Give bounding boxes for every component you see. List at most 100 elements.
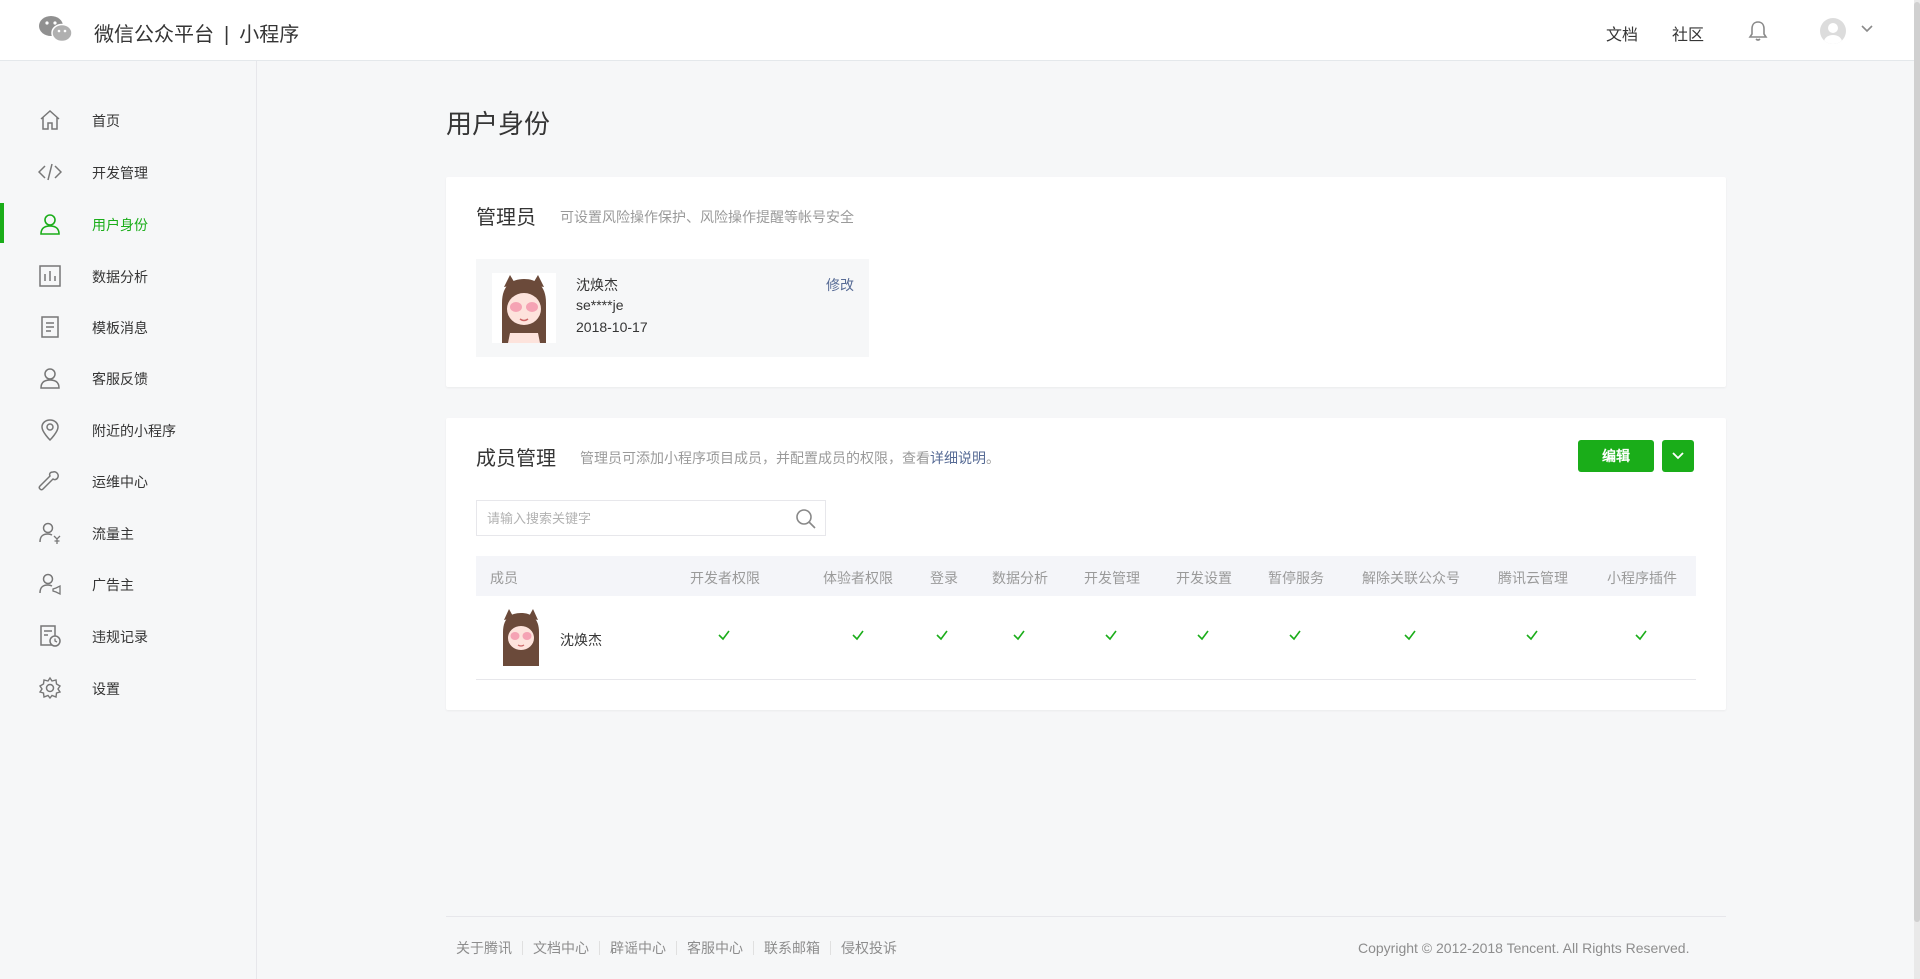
column-header: 解除关联公众号 [1362,570,1460,586]
sidebar-item-label: 违规记录 [92,629,148,645]
user-avatar[interactable] [1820,18,1846,44]
footer-link-service[interactable]: 客服中心 [676,941,753,955]
sidebar-item-violation-records[interactable]: 违规记录 [0,615,256,655]
check-icon [1635,630,1647,641]
sidebar-item-nearby-miniprograms[interactable]: 附近的小程序 [0,409,256,449]
record-icon [40,625,61,647]
wechat-logo-icon[interactable] [38,14,74,44]
sidebar-item-settings[interactable]: 设置 [0,667,256,707]
sidebar-item-traffic-owner[interactable]: 流量主 [0,512,256,552]
edit-members-button[interactable]: 编辑 [1578,440,1654,472]
check-icon [718,630,730,641]
footer-divider [446,916,1726,917]
brand-separator: | [224,24,230,46]
footer-links: 关于腾讯 文档中心 辟谣中心 客服中心 联系邮箱 侵权投诉 [446,940,907,956]
sidebar-item-dev-management[interactable]: 开发管理 [0,151,256,191]
default-avatar-icon [1824,23,1842,44]
table-header: 成员 开发者权限 体验者权限 登录 数据分析 开发管理 开发设置 暂停服务 解除… [476,556,1696,596]
check-icon [1526,630,1538,641]
members-desc-suffix: 。 [986,450,1000,466]
sidebar-item-label: 数据分析 [92,269,148,285]
chevron-down-icon [1672,452,1684,460]
check-icon [852,630,864,641]
check-icon [936,630,948,641]
page-title: 用户身份 [446,109,551,139]
user-icon [40,214,60,235]
footer-link-rumor[interactable]: 辟谣中心 [599,941,676,955]
location-icon [41,419,59,442]
admin-card: 管理员 可设置风险操作保护、风险操作提醒等帐号安全 沈焕杰 se****je 2… [446,177,1726,387]
column-header: 开发设置 [1176,570,1232,586]
admin-info-box: 沈焕杰 se****je 2018-10-17 修改 [476,259,869,357]
column-header: 登录 [930,570,958,586]
column-header: 开发者权限 [690,570,760,586]
admin-avatar [492,273,556,343]
admin-account: se****je [576,297,624,313]
home-icon [40,109,60,130]
footer-link-email[interactable]: 联系邮箱 [753,941,830,955]
members-card: 成员管理 管理员可添加小程序项目成员，并配置成员的权限，查看详细说明。 编辑 成… [446,418,1726,710]
sidebar-item-customer-feedback[interactable]: 客服反馈 [0,357,256,397]
sidebar-item-template-messages[interactable]: 模板消息 [0,306,256,346]
column-header: 小程序插件 [1607,570,1677,586]
sidebar-item-advertiser[interactable]: 广告主 [0,563,256,603]
sidebar-item-home[interactable]: 首页 [0,99,256,139]
sidebar-item-user-identity[interactable]: 用户身份 [0,203,256,243]
check-icon [1013,630,1025,641]
footer-link-about[interactable]: 关于腾讯 [446,941,522,955]
chevron-down-icon[interactable] [1860,24,1874,34]
column-header: 成员 [490,570,518,586]
top-bar: 微信公众平台 | 小程序 文档 社区 [0,0,1920,61]
sidebar-item-ops-center[interactable]: 运维中心 [0,460,256,500]
brand-name: 微信公众平台 [94,24,214,46]
footer-link-complaint[interactable]: 侵权投诉 [830,941,907,955]
column-header: 腾讯云管理 [1498,570,1568,586]
user-ad-icon [39,573,61,596]
admin-card-desc: 可设置风险操作保护、风险操作提醒等帐号安全 [560,209,854,225]
bar-chart-icon [39,265,61,287]
sidebar-item-label: 设置 [92,681,120,697]
check-icon [1197,630,1209,641]
members-desc-text: 管理员可添加小程序项目成员，并配置成员的权限，查看 [580,450,930,466]
brand-product: 小程序 [239,24,300,46]
sidebar-item-label: 开发管理 [92,165,148,181]
sidebar: 首页 开发管理 用户身份 数据分析 模板消息 客服反馈 附近的小程序 运维中心 … [0,61,257,979]
admin-date: 2018-10-17 [576,319,648,335]
sidebar-item-label: 客服反馈 [92,371,148,387]
sidebar-item-label: 用户身份 [92,217,148,233]
copyright: Copyright © 2012-2018 Tencent. All Right… [1358,940,1690,956]
wrench-icon [38,471,59,491]
admin-name: 沈焕杰 [576,277,618,293]
sidebar-item-label: 附近的小程序 [92,423,176,439]
details-link[interactable]: 详细说明 [930,450,986,466]
member-avatar [498,608,544,666]
column-header: 数据分析 [992,570,1048,586]
document-icon [41,316,59,338]
column-header: 开发管理 [1084,570,1140,586]
user-money-icon [39,522,61,544]
sidebar-item-label: 流量主 [92,526,134,542]
sidebar-item-label: 模板消息 [92,320,148,336]
admin-edit-link[interactable]: 修改 [826,275,854,295]
members-card-title: 成员管理 [476,448,556,470]
admin-card-title: 管理员 [476,207,536,229]
footer-link-docs[interactable]: 文档中心 [522,941,599,955]
sidebar-item-data-analysis[interactable]: 数据分析 [0,255,256,295]
member-name: 沈焕杰 [560,632,602,648]
brand-title[interactable]: 微信公众平台 | 小程序 [94,18,299,47]
sidebar-item-label: 首页 [92,113,120,129]
more-options-button[interactable] [1662,440,1694,472]
search-input[interactable] [477,501,777,535]
community-link[interactable]: 社区 [1672,21,1704,45]
gear-icon [38,676,62,700]
member-search [476,500,826,536]
search-icon[interactable] [795,508,817,530]
sidebar-item-label: 广告主 [92,577,134,593]
check-icon [1105,630,1117,641]
bell-icon[interactable] [1748,20,1768,42]
code-icon [38,163,62,181]
column-header: 体验者权限 [823,570,893,586]
docs-link[interactable]: 文档 [1606,21,1638,45]
check-icon [1289,630,1301,641]
scrollbar-thumb[interactable] [1914,2,1920,922]
